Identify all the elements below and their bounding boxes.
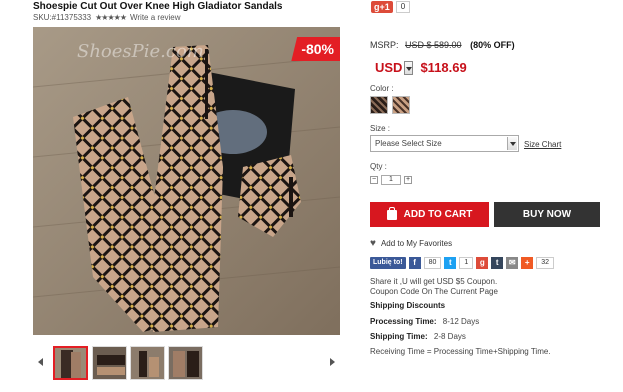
qty-label: Qty :: [370, 162, 387, 171]
share-count: 32: [536, 257, 555, 269]
email-icon[interactable]: ✉: [506, 257, 519, 269]
favorites-label: Add to My Favorites: [380, 239, 453, 248]
facebook-like-button[interactable]: Lubię to!: [370, 257, 406, 269]
msrp-row: MSRP: USD $ 589.00 (80% OFF): [370, 40, 515, 50]
processing-label: Processing Time:: [370, 317, 437, 326]
tumblr-icon[interactable]: t: [491, 257, 504, 269]
chevron-down-icon: [507, 137, 517, 150]
size-label: Size :: [370, 124, 391, 133]
discount-badge: -80%: [291, 37, 340, 61]
add-to-favorites-link[interactable]: ♥ Add to My Favorites: [370, 238, 452, 249]
shipping-time: Shipping Time: 2-8 Days: [370, 332, 466, 341]
gplus-widget[interactable]: g+1 0: [371, 1, 411, 13]
processing-value: 8-12 Days: [442, 317, 480, 326]
product-photo: [33, 27, 340, 335]
gplus-button[interactable]: g+1: [371, 1, 393, 13]
shipping-value: 2-8 Days: [433, 332, 466, 341]
main-product-image[interactable]: ShoesPie.com -80%: [33, 27, 340, 335]
share-line-2: Coupon Code On The Current Page: [370, 287, 498, 296]
share-coupon-text: Share it ,U will get USD $5 Coupon. Coup…: [370, 277, 498, 297]
thumbnail-4[interactable]: [168, 346, 203, 380]
share-line-1: Share it ,U will get USD $5 Coupon.: [370, 277, 498, 286]
shopping-bag-icon: [386, 206, 397, 220]
color-swatch-black[interactable]: [370, 96, 388, 114]
color-swatch-nude[interactable]: [392, 96, 410, 114]
qty-decrease-button[interactable]: −: [370, 176, 378, 184]
sale-price: $118.69: [420, 60, 467, 75]
shipping-label: Shipping Time:: [370, 332, 428, 341]
thumb-next-icon[interactable]: [330, 358, 335, 366]
twitter-count: 1: [459, 257, 474, 269]
msrp-label: MSRP:: [370, 40, 399, 50]
more-share-icon[interactable]: +: [521, 257, 534, 269]
sku-label: SKU:#11375333: [33, 13, 92, 22]
msrp-price: USD $ 589.00: [405, 40, 462, 50]
image-watermark: ShoesPie.com: [77, 41, 204, 62]
quantity-stepper: − 1 +: [370, 175, 412, 185]
color-label: Color :: [370, 84, 394, 93]
gplus-count: 0: [395, 1, 411, 13]
facebook-icon[interactable]: f: [408, 257, 421, 269]
twitter-icon[interactable]: t: [444, 257, 457, 269]
price-row: USD $118.69: [375, 60, 467, 75]
add-to-cart-button[interactable]: ADD TO CART: [370, 202, 489, 227]
thumbnail-1[interactable]: [53, 346, 88, 380]
receiving-time: Receiving Time = Processing Time+Shippin…: [370, 347, 551, 356]
rating-stars-icon: ★★★★★: [95, 13, 127, 22]
add-to-cart-label: ADD TO CART: [403, 209, 473, 220]
currency-label: USD: [375, 60, 403, 75]
write-review-link[interactable]: Write a review: [130, 13, 181, 22]
size-select-value: Please Select Size: [375, 139, 442, 148]
size-chart-link[interactable]: Size Chart: [524, 140, 561, 149]
thumbnail-2[interactable]: [92, 346, 127, 380]
sku-row: SKU:#11375333 ★★★★★ Write a review: [33, 13, 181, 22]
buy-now-button[interactable]: BUY NOW: [494, 202, 600, 227]
qty-input[interactable]: 1: [381, 175, 401, 185]
shipping-discounts-link[interactable]: Shipping Discounts: [370, 301, 445, 310]
product-title: Shoespie Cut Out Over Knee High Gladiato…: [33, 1, 283, 12]
thumbnail-3[interactable]: [130, 346, 165, 380]
size-select[interactable]: Please Select Size: [370, 135, 519, 152]
gplus-share-icon[interactable]: g: [476, 257, 489, 269]
heart-icon: ♥: [370, 238, 376, 249]
discount-text: (80% OFF): [470, 40, 515, 50]
qty-increase-button[interactable]: +: [404, 176, 412, 184]
buy-now-label: BUY NOW: [522, 209, 572, 220]
currency-dropdown-icon[interactable]: [404, 60, 414, 75]
processing-time: Processing Time: 8-12 Days: [370, 317, 479, 326]
social-share-row: Lubię to! f 80 t 1 g t ✉ + 32: [370, 257, 555, 269]
facebook-count: 80: [423, 257, 442, 269]
thumb-prev-icon[interactable]: [38, 358, 43, 366]
thumbnail-strip: [33, 344, 340, 382]
